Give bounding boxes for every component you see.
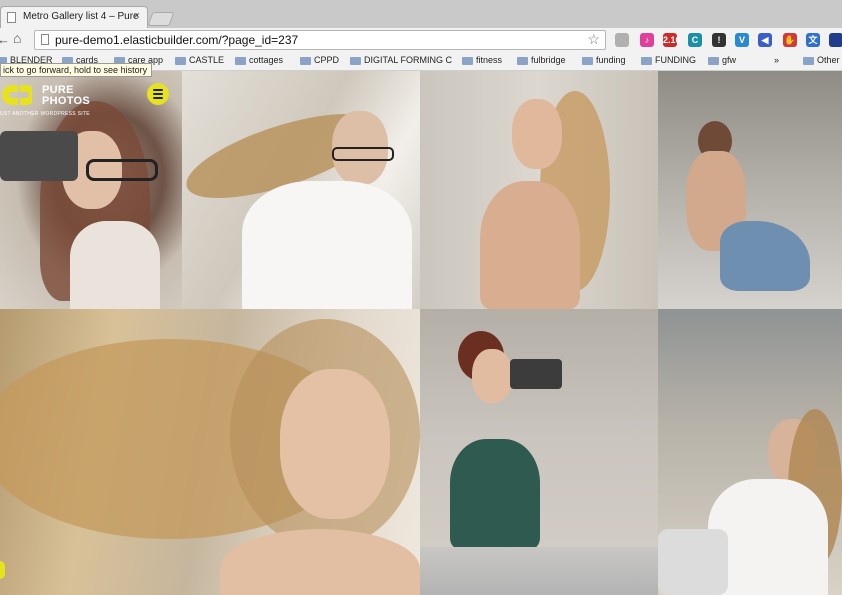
- folder-icon: [350, 57, 361, 65]
- site-name-line2: PHOTOS: [42, 95, 91, 107]
- gallery-photo[interactable]: [420, 71, 658, 309]
- folder-icon: [175, 57, 186, 65]
- bookmark-label: funding: [596, 55, 626, 65]
- bookmark-label: FUNDING: [655, 55, 696, 65]
- address-bar[interactable]: pure-demo1.elasticbuilder.com/?page_id=2…: [34, 30, 606, 50]
- metro-gallery: PURE PHOTOS UST ANOTHER WORDPRESS SITE: [0, 71, 842, 595]
- folder-icon: [641, 57, 652, 65]
- folder-icon: [300, 57, 311, 65]
- back-arrow-icon[interactable]: ←: [0, 32, 10, 47]
- folder-icon: [235, 57, 246, 65]
- badge-icon[interactable]: 2.16: [663, 33, 681, 47]
- gallery-photo[interactable]: [182, 71, 420, 309]
- gallery-photo[interactable]: [658, 309, 842, 595]
- shield-icon[interactable]: V: [735, 33, 749, 47]
- itunes-icon[interactable]: ♪: [640, 33, 654, 47]
- gallery-photo[interactable]: [420, 547, 658, 595]
- bookmark-item[interactable]: fitness: [462, 55, 502, 65]
- bookmark-label: CASTLE: [189, 55, 225, 65]
- site-name[interactable]: PURE PHOTOS: [42, 85, 90, 107]
- stop-icon[interactable]: ✋: [783, 33, 797, 47]
- folder-icon: [708, 57, 719, 65]
- site-tagline: UST ANOTHER WORDPRESS SITE: [0, 111, 90, 117]
- bookmark-item[interactable]: FUNDING: [641, 55, 696, 65]
- tab-strip: Metro Gallery list 4 – Pure ×: [0, 0, 842, 28]
- page-icon: [7, 12, 16, 23]
- tab-close-icon[interactable]: ×: [134, 10, 140, 22]
- gallery-photo[interactable]: [658, 71, 842, 309]
- gallery-photo[interactable]: [420, 309, 658, 547]
- folder-icon: [517, 57, 528, 65]
- bookmark-item[interactable]: DIGITAL FORMING C: [350, 55, 452, 65]
- c-extension-icon[interactable]: C: [688, 33, 702, 47]
- bookmark-label: CPPD: [314, 55, 340, 65]
- extension-gray-icon[interactable]: [615, 33, 629, 47]
- site-logo-icon[interactable]: [0, 82, 32, 108]
- bookmark-item[interactable]: fulbridge: [517, 55, 566, 65]
- tab-title: Metro Gallery list 4 – Pure: [23, 11, 139, 22]
- page-icon: [41, 34, 49, 45]
- bookmark-label: Other: [817, 55, 840, 65]
- browser-tab[interactable]: Metro Gallery list 4 – Pure ×: [0, 6, 148, 28]
- home-icon[interactable]: ⌂: [13, 30, 21, 46]
- folder-icon: [803, 57, 814, 65]
- browser-toolbar: ← ⌂ pure-demo1.elasticbuilder.com/?page_…: [0, 28, 842, 54]
- flag-icon[interactable]: [829, 33, 842, 47]
- folder-icon: [462, 57, 473, 65]
- info-icon[interactable]: !: [712, 33, 726, 47]
- bookmark-item[interactable]: Other: [803, 55, 840, 65]
- bookmark-label: DIGITAL FORMING C: [364, 55, 453, 65]
- translate-icon[interactable]: 文: [806, 33, 820, 47]
- gallery-photo[interactable]: [0, 309, 420, 595]
- bookmark-item[interactable]: CASTLE: [175, 55, 224, 65]
- megaphone-icon[interactable]: ◀: [758, 33, 772, 47]
- new-tab-button[interactable]: [147, 12, 175, 26]
- bookmarks-overflow-icon[interactable]: »: [774, 55, 779, 65]
- scroll-indicator[interactable]: [0, 561, 5, 579]
- bookmark-label: fulbridge: [531, 55, 566, 65]
- tooltip: ick to go forward, hold to see history: [0, 63, 153, 77]
- bookmark-label: fitness: [476, 55, 503, 65]
- hamburger-menu-icon[interactable]: [147, 83, 169, 105]
- bookmark-item[interactable]: gfw: [708, 55, 736, 65]
- bookmark-label: gfw: [722, 55, 737, 65]
- bookmark-star-icon[interactable]: ☆: [587, 31, 600, 48]
- bookmark-item[interactable]: CPPD: [300, 55, 339, 65]
- bookmark-label: cottages: [249, 55, 284, 65]
- url-text[interactable]: pure-demo1.elasticbuilder.com/?page_id=2…: [55, 33, 298, 47]
- bookmark-item[interactable]: cottages: [235, 55, 283, 65]
- bookmark-item[interactable]: funding: [582, 55, 626, 65]
- folder-icon: [582, 57, 593, 65]
